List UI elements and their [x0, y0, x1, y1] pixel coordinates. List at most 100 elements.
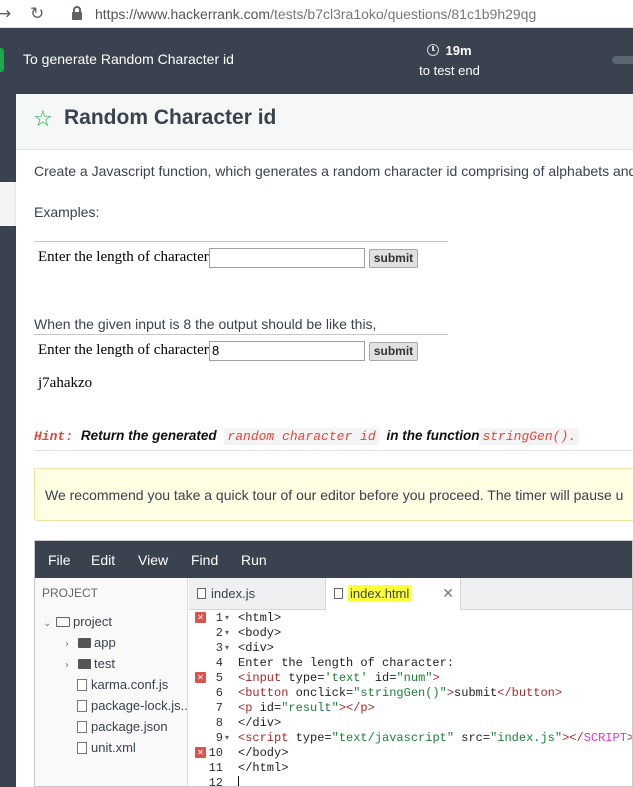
test-title: To generate Random Character id — [23, 51, 234, 67]
url-path: /tests/b7cl3ra1oko/questions/81c1b9h29qg — [270, 6, 537, 22]
line-number: 8 — [215, 716, 223, 730]
code-line: 6 <button onclick="stringGen()">submit</b… — [189, 686, 632, 701]
code-line: 4 Enter the length of character: — [189, 656, 632, 671]
question-description: Create a Javascript function, which gene… — [34, 163, 633, 179]
close-icon[interactable]: ✕ — [442, 585, 454, 602]
tree-label: unit.xml — [91, 740, 136, 755]
file-icon — [77, 679, 87, 691]
menu-find[interactable]: Find — [191, 552, 218, 568]
tab-index-html[interactable]: index.html ✕ — [325, 578, 461, 610]
project-header: PROJECT — [42, 586, 99, 600]
given-input-text: When the given input is 8 the output sho… — [34, 316, 377, 332]
demo-output: j7ahakzo — [38, 375, 93, 391]
code-text: <input type='text' id="num"> — [238, 671, 440, 685]
fold-arrow-icon[interactable]: ▾ — [225, 731, 229, 746]
chevron-right-icon: › — [65, 660, 69, 671]
code-line: 9 ▾ <script type="text/javascript" src="in… — [189, 731, 632, 746]
hint-text-1: Return the generated — [80, 428, 217, 443]
status-indicator — [0, 48, 4, 72]
menu-file[interactable]: File — [48, 552, 71, 568]
tab-index-js[interactable]: index.js — [189, 578, 325, 610]
tree-file[interactable]: karma.conf.js — [77, 677, 168, 693]
hint-text-2: in the function — [386, 428, 480, 443]
tree-label: karma.conf.js — [91, 677, 169, 692]
demo-submit-button-1[interactable]: submit — [369, 249, 418, 268]
line-number: 12 — [208, 776, 223, 787]
hint-code-1: random character id — [224, 428, 379, 445]
code-editor: File Edit View Find Run PROJECT ⌄ project… — [34, 540, 633, 787]
line-number: 1 — [215, 611, 223, 625]
demo-label-1: Enter the length of character: — [38, 249, 213, 265]
file-icon — [77, 742, 87, 754]
file-icon — [77, 700, 87, 712]
tree-folder-app[interactable]: › app — [65, 635, 116, 653]
tree-label: package-lock.js... — [91, 698, 192, 713]
code-line: 8 </div> — [189, 716, 632, 731]
timer-value: 19m — [445, 43, 472, 58]
code-text: <div> — [238, 641, 275, 655]
code-line: 7 <p id="result"></p> — [189, 701, 632, 716]
code-text: <script type="text/javascript" src="inde… — [238, 731, 632, 745]
line-number: 11 — [208, 761, 223, 775]
file-icon — [334, 588, 343, 599]
tree-file[interactable]: unit.xml — [77, 740, 136, 756]
left-side-strip — [0, 94, 16, 787]
chevron-right-icon: › — [65, 639, 69, 650]
menu-view[interactable]: View — [138, 552, 168, 568]
code-text: Enter the length of character: — [238, 656, 455, 670]
chevron-down-icon: ⌄ — [43, 618, 52, 629]
tree-file[interactable]: package.json — [77, 719, 168, 735]
tree-file[interactable]: package-lock.js... — [77, 698, 191, 714]
test-timer: 19m to test end — [412, 42, 487, 78]
hint-label: Hint: — [34, 429, 74, 444]
text-cursor — [238, 776, 239, 786]
line-number: 3 — [215, 641, 223, 655]
code-text: </html> — [238, 761, 289, 775]
editor-tabs: index.js index.html ✕ — [189, 578, 632, 610]
code-text: <button onclick="stringGen()">submit</bu… — [238, 686, 563, 700]
demo-length-input-1[interactable] — [209, 248, 365, 268]
timer-label: to test end — [419, 63, 480, 78]
code-line: 3 ▾ <div> — [189, 641, 632, 656]
tree-folder-project[interactable]: ⌄ project — [43, 614, 112, 632]
tree-label: app — [94, 635, 116, 650]
star-icon[interactable]: ☆ — [33, 107, 53, 133]
code-text: <html> — [238, 611, 282, 625]
reload-icon[interactable]: ↻ — [30, 4, 44, 24]
menu-edit[interactable]: Edit — [91, 552, 115, 568]
file-icon — [77, 721, 87, 733]
progress-pill[interactable] — [612, 56, 633, 64]
tree-label: project — [73, 614, 113, 629]
question-title: Random Character id — [64, 106, 277, 129]
lock-icon[interactable] — [72, 6, 82, 20]
test-header: To generate Random Character id 19m to t… — [0, 28, 633, 94]
editor-menu-bar: File Edit View Find Run — [35, 541, 632, 578]
demo-length-input-2[interactable]: 8 — [209, 341, 365, 361]
code-area[interactable]: ✕ 1 ▾ <html> 2 ▾ <body> 3 ▾ <div> 4 Enter the le… — [189, 610, 632, 787]
line-number: 5 — [215, 671, 223, 685]
url-field[interactable]: https://www.hackerrank.com/tests/b7cl3ra… — [95, 6, 536, 22]
code-text: <body> — [238, 626, 282, 640]
code-line: 11 </html> — [189, 761, 632, 776]
fold-arrow-icon[interactable]: ▾ — [225, 641, 229, 656]
back-arrow-icon[interactable]: → — [0, 4, 11, 24]
demo-submit-button-2[interactable]: submit — [369, 342, 418, 361]
code-text: </body> — [238, 746, 289, 760]
folder-icon — [78, 638, 91, 648]
menu-run[interactable]: Run — [241, 552, 267, 568]
code-line: 2 ▾ <body> — [189, 626, 632, 641]
tree-folder-test[interactable]: › test — [65, 656, 115, 674]
line-number: 10 — [208, 746, 223, 760]
examples-label: Examples: — [34, 204, 100, 220]
browser-address-bar: → ↻ https://www.hackerrank.com/tests/b7c… — [0, 0, 633, 28]
fold-arrow-icon[interactable]: ▾ — [225, 611, 229, 626]
side-strip-dark-top — [0, 94, 16, 182]
code-line: ✕ 1 ▾ <html> — [189, 611, 632, 626]
line-number: 2 — [215, 626, 223, 640]
line-number: 4 — [215, 656, 223, 670]
fold-arrow-icon[interactable]: ▾ — [225, 626, 229, 641]
project-tree: PROJECT ⌄ project › app › test karma.conf.j… — [35, 578, 191, 786]
tree-label: package.json — [91, 719, 168, 734]
question-header: ☆ Random Character id — [16, 94, 633, 150]
tab-label: index.html — [348, 585, 412, 602]
